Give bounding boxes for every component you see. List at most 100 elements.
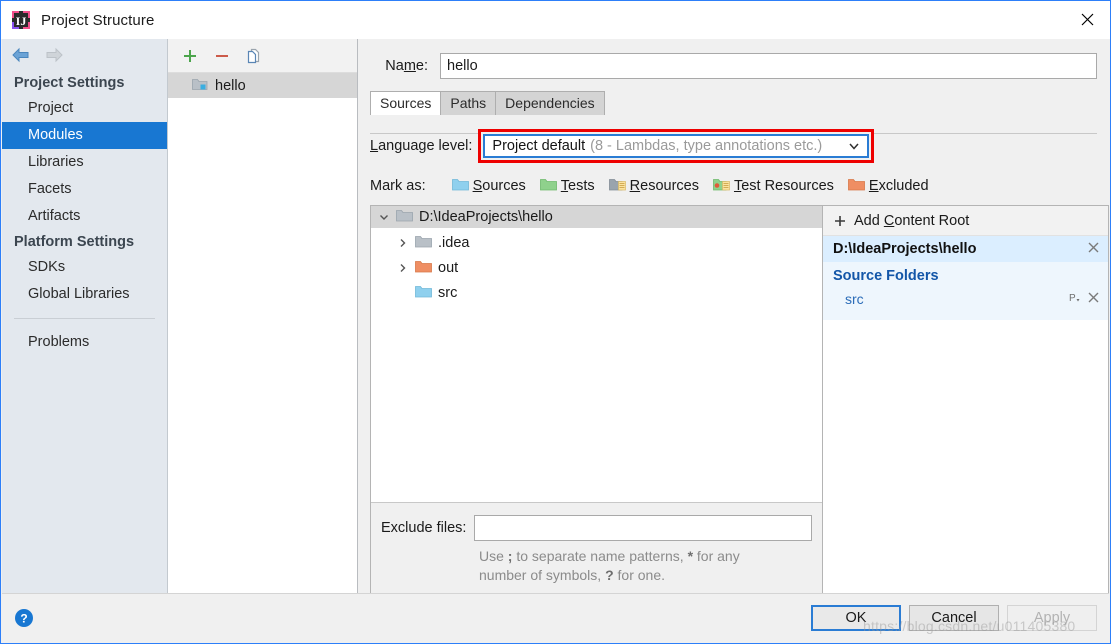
source-folder-item[interactable]: src P [823, 288, 1108, 310]
svg-text:P: P [1069, 293, 1076, 304]
source-folders-block: Source Folders src P [823, 262, 1108, 320]
ok-button[interactable]: OK [811, 605, 901, 631]
content-root-item[interactable]: D:\IdeaProjects\hello [823, 236, 1108, 262]
tree-item-label: out [438, 260, 458, 276]
folder-tests-icon [540, 177, 557, 195]
cancel-button[interactable]: Cancel [909, 605, 999, 631]
sidebar-item-facets[interactable]: Facets [2, 176, 167, 203]
dialog-buttons: OK Cancel Apply [811, 605, 1097, 631]
project-structure-dialog: IJ Project Structure Project Settings [0, 0, 1111, 644]
chevron-right-icon[interactable] [397, 237, 409, 249]
module-tabs: Sources Paths Dependencies [370, 92, 1109, 115]
module-name-input[interactable] [440, 53, 1097, 79]
tree-row[interactable]: src [371, 280, 822, 305]
svg-text:?: ? [20, 612, 27, 626]
folder-excluded-icon [848, 177, 865, 195]
sidebar-group-project-settings: Project Settings [2, 71, 167, 95]
list-item[interactable]: hello [168, 73, 357, 98]
mark-as-resources-label: Resources [630, 178, 699, 194]
mark-as-sources-button[interactable]: Sources [452, 177, 526, 195]
exclude-files-section: Exclude files: Use ; to separate name pa… [371, 502, 822, 595]
module-name: hello [215, 78, 246, 94]
exclude-files-input[interactable] [474, 515, 812, 541]
tree-root-label: D:\IdeaProjects\hello [419, 209, 553, 225]
content-tree-pane: D:\IdeaProjects\hello [370, 205, 822, 596]
folder-resources-icon [609, 177, 626, 195]
mark-as-excluded-button[interactable]: Excluded [848, 177, 929, 195]
apply-button: Apply [1007, 605, 1097, 631]
sidebar-item-libraries[interactable]: Libraries [2, 149, 167, 176]
copy-icon[interactable] [246, 48, 262, 64]
add-content-root-label: Add Content Root [854, 213, 969, 229]
tree-row[interactable]: out [371, 255, 822, 280]
arrow-left-icon[interactable] [11, 47, 31, 63]
mark-as-resources-button[interactable]: Resources [609, 177, 699, 195]
plus-icon [833, 214, 847, 228]
chevron-down-icon[interactable] [847, 139, 863, 153]
sidebar-group-platform-settings: Platform Settings [2, 230, 167, 254]
exclude-files-row: Exclude files: [381, 515, 812, 541]
module-name-row: Name: [370, 51, 1097, 81]
chevron-down-icon[interactable] [378, 211, 390, 223]
tab-sources[interactable]: Sources [370, 91, 441, 115]
mark-as-sources-label: Sources [473, 178, 526, 194]
module-folder-icon [192, 77, 208, 95]
window-title: Project Structure [41, 12, 154, 29]
language-level-label: Language level: [370, 138, 478, 154]
dialog-footer: ? OK Cancel Apply [2, 593, 1109, 642]
sidebar-item-project[interactable]: Project [2, 95, 167, 122]
modules-toolbar [168, 39, 357, 73]
folder-test-resources-icon [713, 177, 730, 195]
plus-icon[interactable] [182, 48, 198, 64]
sidebar-divider [14, 318, 155, 319]
add-content-root-button[interactable]: Add Content Root [823, 206, 1108, 236]
language-level-highlight: Project default (8 - Lambdas, type annot… [478, 129, 874, 163]
mark-as-test-resources-label: Test Resources [734, 178, 834, 194]
folder-icon [415, 234, 432, 252]
intellij-idea-icon: IJ [11, 10, 31, 30]
navigation-arrows [2, 39, 167, 71]
folder-icon [396, 208, 413, 226]
close-button[interactable] [1064, 1, 1110, 38]
folder-sources-icon [452, 177, 469, 195]
tree-row[interactable]: .idea [371, 230, 822, 255]
sidebar-item-modules[interactable]: Modules [2, 122, 167, 149]
tree-item-label: src [438, 285, 457, 301]
tree-children: .idea out [371, 228, 822, 502]
language-level-row: Language level: Project default (8 - Lam… [370, 131, 1109, 161]
tab-dependencies[interactable]: Dependencies [495, 91, 605, 115]
mark-as-excluded-label: Excluded [869, 178, 929, 194]
tree-row[interactable]: D:\IdeaProjects\hello [371, 206, 822, 228]
content-root-path: D:\IdeaProjects\hello [833, 241, 976, 257]
svg-text:IJ: IJ [16, 14, 27, 28]
language-level-select[interactable]: Project default (8 - Lambdas, type annot… [483, 134, 869, 158]
mark-as-tests-button[interactable]: Tests [540, 177, 595, 195]
source-folders-title: Source Folders [823, 266, 1108, 288]
sidebar-item-sdks[interactable]: SDKs [2, 254, 167, 281]
folder-excluded-icon [415, 259, 432, 277]
exclude-files-label: Exclude files: [381, 520, 466, 536]
content-roots-pane: Add Content Root D:\IdeaProjects\hello S… [822, 205, 1109, 596]
module-detail-panel: Name: Sources Paths Dependencies Languag… [358, 39, 1109, 596]
arrow-right-icon[interactable] [44, 47, 64, 63]
modules-list-panel: hello [168, 39, 358, 596]
folder-sources-icon [415, 284, 432, 302]
tab-paths[interactable]: Paths [440, 91, 496, 115]
sidebar-item-artifacts[interactable]: Artifacts [2, 203, 167, 230]
exclude-files-hint: Use ; to separate name patterns, * for a… [479, 547, 779, 585]
close-icon[interactable] [1087, 291, 1100, 307]
mark-as-row: Mark as: Sources Tests [370, 175, 1109, 197]
help-icon[interactable]: ? [14, 608, 34, 628]
mark-as-tests-label: Tests [561, 178, 595, 194]
close-icon [1081, 13, 1094, 26]
package-prefix-icon[interactable]: P [1068, 291, 1083, 308]
title-bar: IJ Project Structure [1, 1, 1110, 39]
minus-icon[interactable] [214, 48, 230, 64]
name-label: Name: [370, 58, 440, 74]
mark-as-test-resources-button[interactable]: Test Resources [713, 177, 834, 195]
source-folder-label: src [845, 291, 864, 307]
sidebar-item-problems[interactable]: Problems [2, 329, 167, 356]
chevron-right-icon[interactable] [397, 262, 409, 274]
sidebar-item-global-libraries[interactable]: Global Libraries [2, 281, 167, 308]
close-icon[interactable] [1087, 241, 1100, 258]
